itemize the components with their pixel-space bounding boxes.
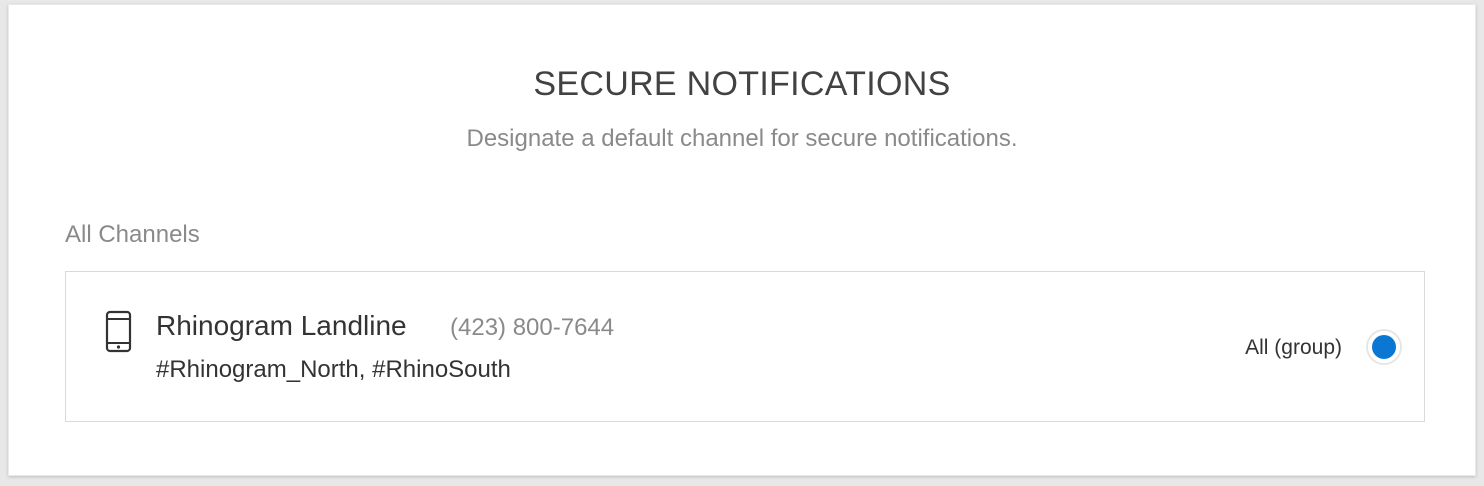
- channel-radio-button[interactable]: [1366, 329, 1402, 365]
- page-title: SECURE NOTIFICATIONS: [533, 65, 951, 103]
- channel-option-label: All (group): [1245, 336, 1342, 359]
- radio-selected-dot: [1372, 335, 1396, 359]
- channel-name: Rhinogram Landline: [156, 310, 407, 341]
- mobile-phone-icon: [104, 310, 134, 354]
- secure-notifications-card: SECURE NOTIFICATIONS Designate a default…: [8, 4, 1476, 476]
- channel-tags: #Rhinogram_North, #RhinoSouth: [156, 356, 511, 383]
- section-label-all-channels: All Channels: [65, 221, 200, 248]
- channel-row[interactable]: Rhinogram Landline (423) 800-7644 #Rhino…: [65, 271, 1425, 422]
- channel-phone-number: (423) 800-7644: [450, 314, 615, 341]
- page-subtitle: Designate a default channel for secure n…: [466, 125, 1018, 152]
